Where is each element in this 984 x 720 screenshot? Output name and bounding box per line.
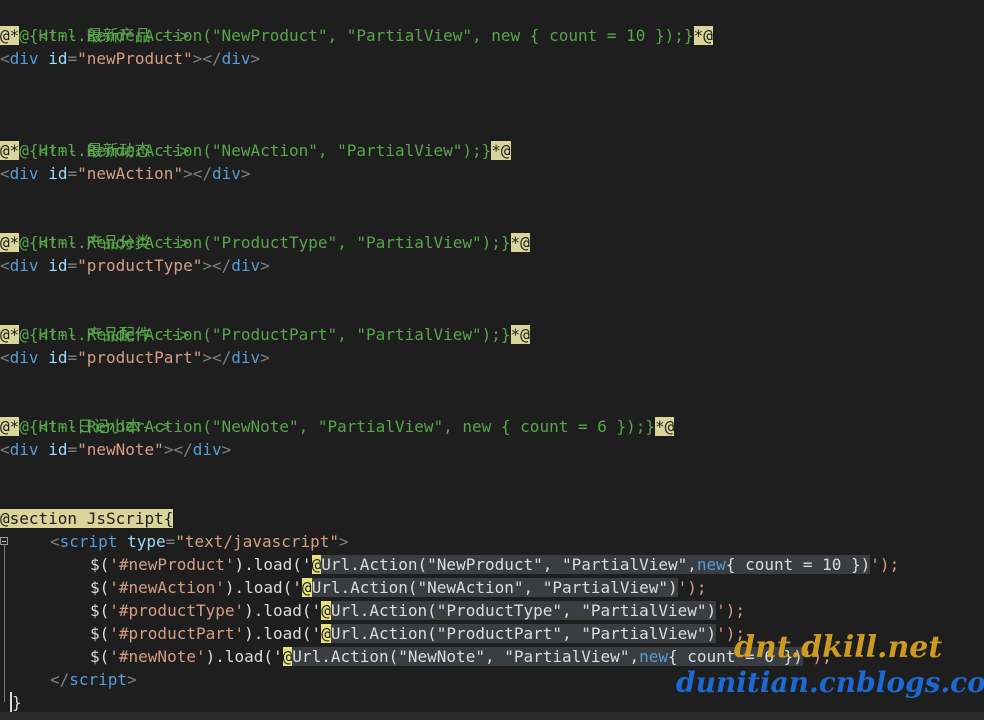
razor-comment-close: *@	[491, 141, 511, 160]
code-line-div: <div id="newAction"></div>	[0, 164, 251, 183]
code-line-section: @section JsScript{	[0, 507, 174, 530]
code-line-section-close: }	[12, 691, 22, 714]
url-action-call: Url.Action("NewNote", "PartialView",	[292, 647, 640, 666]
code-line-renderaction: @*@{Html.RenderAction("NewAction", "Part…	[0, 139, 511, 162]
collapse-toggle-icon[interactable]	[0, 537, 8, 545]
code-line-renderaction: @*@{Html.RenderAction("NewNote", "Partia…	[0, 415, 675, 438]
code-line-div: <div id="newNote"></div>	[0, 440, 232, 459]
razor-comment-open: @*	[0, 141, 20, 160]
section-close-brace: }	[12, 693, 22, 712]
div-id-value: newAction	[86, 164, 174, 183]
code-line-js: $('#productPart').load('@Url.Action("Pro…	[90, 624, 746, 643]
razor-comment-close: *@	[693, 26, 713, 45]
razor-comment-open: @*	[0, 325, 20, 344]
anon-object: { count = 10 })	[725, 555, 871, 574]
code-line-div: <div id="productType"></div>	[0, 256, 270, 275]
code-line-script-open: <script type="text/javascript">	[50, 532, 349, 551]
code-line-div: <div id="newProduct"></div>	[0, 49, 261, 68]
script-attr-value: "text/javascript"	[175, 532, 340, 551]
code-line-js: $('#newProduct').load('@Url.Action("NewP…	[90, 555, 900, 574]
code-line-renderaction: @*@{Html.RenderAction("ProductType", "Pa…	[0, 231, 530, 254]
js-selector: '#newAction'	[109, 578, 225, 597]
new-keyword: new	[696, 555, 726, 574]
razor-at: @	[321, 601, 331, 620]
watermark-domain: dnt.dkill.net	[734, 630, 943, 665]
js-line-end: ');	[677, 578, 707, 597]
code-line-renderaction: @*@{Html.RenderAction("ProductPart", "Pa…	[0, 323, 530, 346]
code-line-comment: <!-- 最新动态 -->	[0, 116, 190, 160]
razor-code: @{Html.RenderAction("ProductType", "Part…	[19, 233, 511, 252]
razor-comment-open: @*	[0, 233, 20, 252]
razor-comment-close: *@	[510, 233, 530, 252]
razor-at: @	[321, 624, 331, 643]
razor-comment-close: *@	[655, 417, 675, 436]
url-action-call: Url.Action("NewAction", "PartialView")	[311, 578, 678, 597]
code-line-renderaction: @*@{Html.RenderAction("NewProduct", "Par…	[0, 24, 713, 47]
code-line-js: $('#newNote').load('@Url.Action("NewNote…	[90, 647, 832, 666]
url-action-call: Url.Action("NewProduct", "PartialView",	[321, 555, 697, 574]
code-line-comment: <!-- 最新产品 -->	[0, 1, 190, 45]
js-selector: '#productPart'	[109, 624, 245, 643]
razor-comment-open: @*	[0, 26, 20, 45]
url-action-call: Url.Action("ProductPart", "PartialView")	[330, 624, 717, 643]
code-line-script-close: </script>	[50, 670, 137, 689]
code-line-comment: <!-- 产品分类 -->	[0, 208, 190, 252]
watermark-blog: dunitian.cnblogs.com	[676, 666, 984, 699]
horizontal-scrollbar[interactable]	[0, 712, 984, 720]
script-attr-name: type	[127, 532, 166, 551]
script-tag-name: script	[59, 532, 118, 551]
div-id-value: productPart	[86, 348, 193, 367]
razor-at: @	[301, 578, 312, 597]
div-id-value: newProduct	[86, 49, 184, 68]
code-line-comment: <!--日记小本-->	[0, 392, 170, 436]
razor-code: @{Html.RenderAction("NewNote", "PartialV…	[19, 417, 656, 436]
razor-at: @	[282, 647, 293, 666]
razor-section-directive: @section JsScript{	[0, 509, 174, 528]
div-id-value: newNote	[86, 440, 155, 459]
code-line-comment: <!-- 产品配件 -->	[0, 300, 190, 344]
js-selector: '#productType'	[109, 601, 245, 620]
razor-code: @{Html.RenderAction("NewProduct", "Parti…	[19, 26, 694, 45]
code-line-js: $('#newAction').load('@Url.Action("NewAc…	[90, 578, 707, 597]
js-selector: '#newProduct'	[109, 555, 235, 574]
razor-comment-open: @*	[0, 417, 20, 436]
outline-rail	[4, 540, 5, 702]
script-close-tag-name: script	[69, 670, 128, 689]
div-id-value: productType	[86, 256, 193, 275]
url-action-call: Url.Action("ProductType", "PartialView")	[330, 601, 717, 620]
code-line-js: $('#productType').load('@Url.Action("Pro…	[90, 601, 746, 620]
razor-code: @{Html.RenderAction("NewAction", "Partia…	[19, 141, 492, 160]
js-selector: '#newNote'	[109, 647, 206, 666]
code-editor[interactable]: <!-- 最新产品 --> @*@{Html.RenderAction("New…	[0, 0, 984, 720]
new-keyword: new	[639, 647, 668, 666]
code-line-div: <div id="productPart"></div>	[0, 348, 270, 367]
razor-code: @{Html.RenderAction("ProductPart", "Part…	[19, 325, 511, 344]
js-line-end: ');	[716, 601, 746, 620]
js-line-end: ');	[870, 555, 900, 574]
razor-at: @	[311, 555, 322, 574]
razor-comment-close: *@	[510, 325, 530, 344]
text-cursor	[10, 692, 12, 712]
